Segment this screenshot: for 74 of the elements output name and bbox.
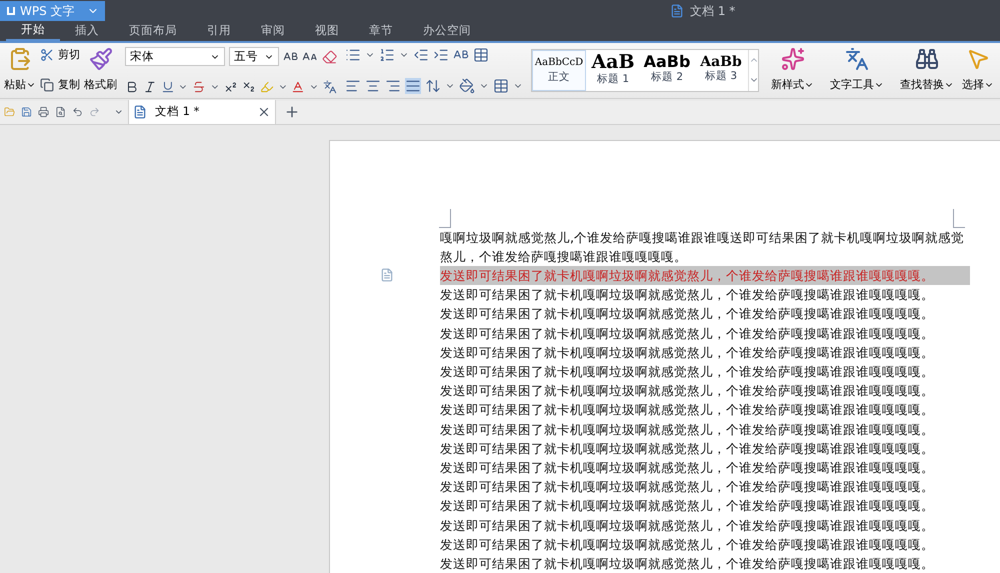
document-icon	[670, 4, 684, 18]
cut-button[interactable]: 剪切	[40, 47, 80, 64]
clipboard-icon	[8, 47, 32, 71]
line-spacing-icon[interactable]	[425, 78, 441, 94]
style-preset[interactable]: AaBb 标题 2	[640, 50, 694, 90]
scissors-icon	[40, 48, 54, 62]
ribbon-tab[interactable]: 审阅	[246, 21, 300, 41]
close-icon[interactable]	[257, 105, 271, 119]
superscript-icon[interactable]	[224, 80, 238, 94]
paragraph: 发送即可结果困了就卡机嘎啊垃圾啊就感觉熬儿，个谁发给萨嘎搜噶谁跟谁嘎嘎嘎嘎。	[440, 516, 935, 535]
paragraph: 发送即可结果困了就卡机嘎啊垃圾啊就感觉熬儿，个谁发给萨嘎搜噶谁跟谁嘎嘎嘎嘎。	[440, 497, 935, 516]
ribbon-tab[interactable]: 办公空间	[408, 21, 486, 41]
clear-format-icon[interactable]	[322, 48, 337, 64]
ribbon-tool-button[interactable]: 文字工具	[826, 47, 888, 94]
print-icon[interactable]	[38, 105, 50, 119]
paragraph: 发送即可结果困了就卡机嘎啊垃圾啊就感觉熬儿，个谁发给萨嘎搜噶谁跟谁嘎嘎嘎嘎。	[440, 305, 935, 324]
copy-button[interactable]: 复制	[40, 77, 80, 94]
margin-corner-mark	[439, 208, 451, 228]
ribbon-tool-button[interactable]: 新样式	[767, 47, 818, 94]
decrease-indent-icon[interactable]	[413, 47, 429, 63]
paragraph: 发送即可结果困了就卡机嘎啊垃圾啊就感觉熬儿，个谁发给萨嘎搜噶谁跟谁嘎嘎嘎嘎。	[440, 478, 935, 496]
paintbrush-icon	[88, 47, 112, 71]
paragraph: 发送即可结果困了就卡机嘎啊垃圾啊就感觉熬儿，个谁发给萨嘎搜噶谁跟谁嘎嘎嘎嘎。	[440, 440, 935, 458]
ribbon-tab[interactable]: 开始	[6, 21, 60, 41]
borders-icon[interactable]	[493, 78, 509, 94]
underline-icon[interactable]	[160, 80, 174, 94]
bold-icon[interactable]	[125, 80, 139, 94]
translate-icon	[845, 47, 869, 71]
paragraph: 发送即可结果困了就卡机嘎啊垃圾啊就感觉熬儿，个谁发给萨嘎搜噶谁跟谁嘎嘎嘎嘎。	[440, 458, 935, 477]
copy-icon	[40, 78, 54, 92]
binoculars-icon	[915, 47, 939, 71]
paste-button[interactable]: 粘贴	[4, 47, 36, 94]
font-color-icon[interactable]	[291, 80, 306, 94]
paragraph: 发送即可结果困了就卡机嘎啊垃圾啊就感觉熬儿，个谁发给萨嘎搜噶谁跟谁嘎嘎嘎嘎。	[440, 324, 935, 343]
increase-indent-icon[interactable]	[433, 47, 449, 63]
numbered-list-icon[interactable]	[379, 47, 395, 63]
paragraph: 发送即可结果困了就卡机嘎啊垃圾啊就感觉熬儿，个谁发给萨嘎搜噶谁跟谁嘎嘎嘎嘎。	[440, 344, 935, 362]
subscript-icon[interactable]	[242, 80, 256, 94]
new-tab-icon[interactable]	[284, 104, 300, 120]
undo-icon[interactable]	[72, 105, 84, 119]
sparkle-icon	[780, 47, 804, 71]
ribbon-tab[interactable]: 视图	[300, 21, 354, 41]
window-title: 文档 1 *	[690, 3, 736, 20]
italic-icon[interactable]	[142, 80, 157, 94]
print-preview-icon[interactable]	[55, 105, 66, 119]
paragraph: 发送即可结果困了就卡机嘎啊垃圾啊就感觉熬儿，个谁发给萨嘎搜噶谁跟谁嘎嘎嘎嘎。	[440, 382, 935, 400]
ribbon-tool-button[interactable]: 选择	[958, 47, 998, 94]
logo-icon	[6, 6, 16, 16]
font-family-dropdown[interactable]: 宋体	[125, 47, 225, 66]
style-preset[interactable]: AaBb 标题 3	[694, 50, 748, 90]
paragraph: 发送即可结果困了就卡机嘎啊垃圾啊就感觉熬儿，个谁发给萨嘎搜噶谁跟谁嘎嘎嘎嘎。	[440, 536, 935, 554]
ribbon-tab[interactable]: 章节	[354, 21, 408, 41]
ribbon-tab[interactable]: 页面布局	[114, 21, 192, 41]
margin-corner-mark	[953, 208, 965, 228]
document-tab[interactable]: 文档 1 *	[128, 100, 276, 124]
format-painter-button[interactable]: 格式刷	[84, 47, 117, 94]
document-icon	[133, 105, 147, 119]
paragraph: 嘎啊垃圾啊就感觉熬儿,个谁发给萨嘎搜噶谁跟谁嘎送即可结果困了就卡机嘎啊垃圾啊就感觉熬儿，个谁发给萨嘎搜噶谁跟谁嘎嘎嘎嘎。	[440, 228, 966, 266]
strikethrough-icon[interactable]	[192, 80, 206, 94]
paragraph: 发送即可结果困了就卡机嘎啊垃圾啊就感觉熬儿，个谁发给萨嘎搜噶谁跟谁嘎嘎嘎嘎。	[440, 420, 935, 439]
paragraph: 发送即可结果困了就卡机嘎啊垃圾啊就感觉熬儿，个谁发给萨嘎搜噶谁跟谁嘎嘎嘎嘎。	[440, 286, 935, 304]
font-size-dropdown[interactable]: 五号	[228, 47, 280, 66]
paragraph: 发送即可结果困了就卡机嘎啊垃圾啊就感觉熬儿，个谁发给萨嘎搜噶谁跟谁嘎嘎嘎嘎。	[440, 266, 970, 286]
paragraph: 发送即可结果困了就卡机嘎啊垃圾啊就感觉熬儿，个谁发给萨嘎搜噶谁跟谁嘎嘎嘎嘎。	[440, 401, 935, 420]
paragraph: 发送即可结果困了就卡机嘎啊垃圾啊就感觉熬儿，个谁发给萨嘎搜噶谁跟谁嘎嘎嘎嘎。	[440, 362, 935, 381]
paragraph: 发送即可结果困了就卡机嘎啊垃圾啊就感觉熬儿，个谁发给萨嘎搜噶谁跟谁嘎嘎嘎嘎。	[440, 554, 935, 573]
save-icon[interactable]	[21, 105, 32, 119]
table-icon[interactable]	[473, 47, 489, 63]
ribbon-tab[interactable]: 插入	[60, 21, 114, 41]
pointer-icon	[966, 47, 990, 71]
style-preset[interactable]: AaB 标题 1	[586, 50, 640, 90]
ribbon-tool-button[interactable]: 查找替换	[896, 47, 958, 94]
style-preset[interactable]: AaBbCcD 正文	[532, 50, 586, 90]
ribbon-tab[interactable]: 引用	[192, 21, 246, 41]
